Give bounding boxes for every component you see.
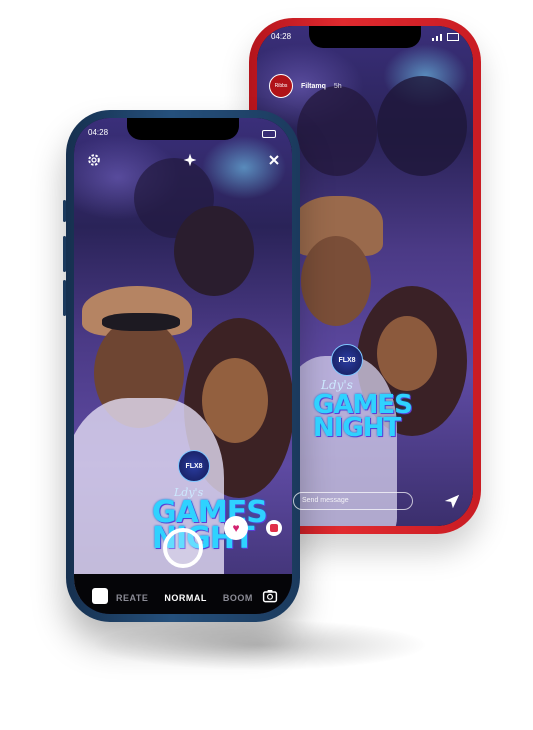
post-age: 5h [333,82,342,90]
mode-boomerang[interactable]: BOOM [223,593,253,603]
event-logo: FLX8 [331,344,363,376]
red-status-time: 04:28 [271,32,292,41]
red-status-bar: 04:28 [271,32,459,41]
profile-name[interactable]: Filtamq [301,83,326,90]
volume-down-button [63,280,66,316]
mode-create[interactable]: REATE [116,593,148,603]
event-title-line2: NIGHT [313,412,401,443]
effects-icon[interactable] [266,520,282,536]
volume-up-button [63,236,66,272]
battery-icon [262,130,276,138]
heart-icon[interactable]: ♥ [224,516,248,540]
send-icon[interactable] [443,492,461,510]
sparkle-icon[interactable] [182,152,198,168]
camera-modes: REATE NORMAL BOOM [116,593,253,603]
capture-button[interactable] [163,528,203,568]
event-logo: FLX8 [178,450,210,482]
event-title: GAMES NIGHT [313,392,413,443]
profile-avatar[interactable]: Ribbs [269,74,293,98]
message-input[interactable]: Send message [293,492,413,510]
blue-phone: 04:28 FLX8 Ldy's GAMES NIGHT ♥ REATE NOR… [63,110,300,622]
floor-shadow [95,620,425,670]
blue-status-bar: 04:28 [88,128,276,138]
flip-camera-icon[interactable] [262,588,278,604]
settings-icon[interactable] [86,152,102,168]
signal-icon [432,32,459,41]
mute-switch [63,200,66,222]
close-icon[interactable] [268,154,280,166]
blue-status-time: 04:28 [88,128,109,137]
blue-phone-screen: 04:28 FLX8 Ldy's GAMES NIGHT ♥ REATE NOR… [74,118,292,614]
mode-normal[interactable]: NORMAL [164,593,207,603]
story-header[interactable]: Ribbs Filtamq 5h [269,74,342,98]
gallery-icon[interactable] [92,588,108,604]
